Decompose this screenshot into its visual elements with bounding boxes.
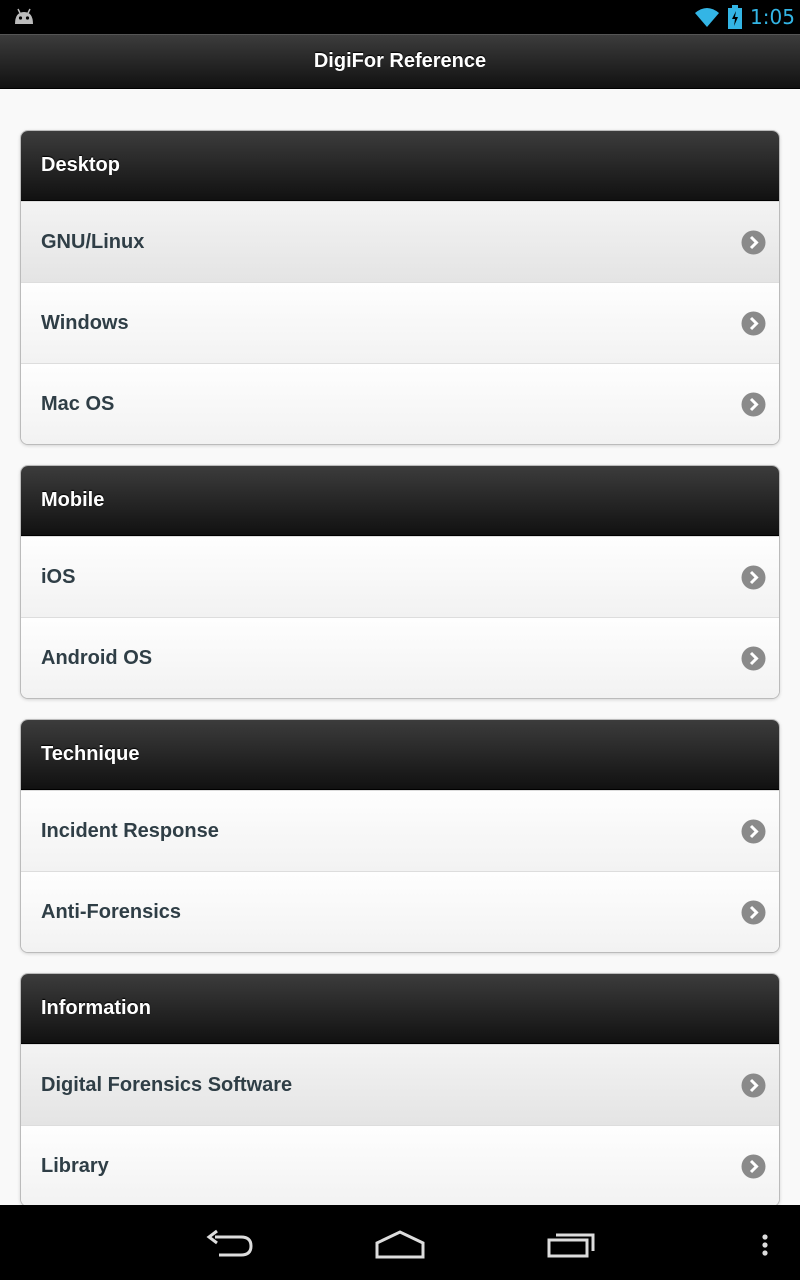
list-item-label: GNU/Linux bbox=[41, 231, 145, 253]
list-item-android-os[interactable]: Android OS bbox=[21, 617, 779, 698]
list-item-label: Incident Response bbox=[41, 820, 219, 842]
list-item-label: Anti-Forensics bbox=[41, 901, 182, 923]
page-title: DigiFor Reference bbox=[313, 50, 487, 72]
chevron-right-icon bbox=[741, 392, 766, 417]
list-item-label: Windows bbox=[41, 312, 129, 334]
list-item-label: Digital Forensics Software bbox=[41, 1074, 293, 1096]
group-header: Information bbox=[21, 974, 779, 1044]
list-item-library[interactable]: Library bbox=[21, 1125, 779, 1205]
clock: 1:05 bbox=[750, 5, 795, 29]
home-icon[interactable] bbox=[374, 1229, 426, 1259]
list-item-incident-response[interactable]: Incident Response bbox=[21, 790, 779, 871]
navigation-bar bbox=[0, 1205, 800, 1280]
chevron-right-icon bbox=[741, 900, 766, 925]
chevron-right-icon bbox=[741, 1073, 766, 1098]
list-item-digital-forensics-software[interactable]: Digital Forensics Software bbox=[21, 1044, 779, 1125]
wifi-icon bbox=[695, 8, 719, 27]
chevron-right-icon bbox=[741, 565, 766, 590]
battery-charging-icon bbox=[728, 5, 742, 29]
list-item-windows[interactable]: Windows bbox=[21, 282, 779, 363]
back-icon[interactable] bbox=[205, 1229, 255, 1259]
group-technique: Technique Incident Response Anti-Forensi… bbox=[20, 719, 780, 953]
list-item-mac-os[interactable]: Mac OS bbox=[21, 363, 779, 444]
group-desktop: Desktop GNU/Linux Windows Mac OS bbox=[20, 130, 780, 445]
app-header: DigiFor Reference bbox=[0, 34, 800, 89]
group-information: Information Digital Forensics Software L… bbox=[20, 973, 780, 1205]
list-item-gnu-linux[interactable]: GNU/Linux bbox=[21, 201, 779, 282]
menu-icon[interactable] bbox=[758, 1233, 772, 1263]
list-item-anti-forensics[interactable]: Anti-Forensics bbox=[21, 871, 779, 952]
chevron-right-icon bbox=[741, 819, 766, 844]
group-header: Technique bbox=[21, 720, 779, 790]
list-item-label: Library bbox=[41, 1155, 109, 1177]
android-icon bbox=[15, 8, 33, 24]
group-header: Mobile bbox=[21, 466, 779, 536]
chevron-right-icon bbox=[741, 1154, 766, 1179]
chevron-right-icon bbox=[741, 311, 766, 336]
list-item-label: iOS bbox=[41, 566, 76, 588]
status-bar: 1:05 bbox=[0, 0, 800, 34]
chevron-right-icon bbox=[741, 646, 766, 671]
group-mobile: Mobile iOS Android OS bbox=[20, 465, 780, 699]
chevron-right-icon bbox=[741, 230, 766, 255]
group-header: Desktop bbox=[21, 131, 779, 201]
recent-apps-icon[interactable] bbox=[546, 1229, 596, 1259]
list-item-label: Android OS bbox=[41, 647, 153, 669]
list-item-ios[interactable]: iOS bbox=[21, 536, 779, 617]
list-item-label: Mac OS bbox=[41, 393, 115, 415]
main-content[interactable]: Desktop GNU/Linux Windows Mac OS Mobile … bbox=[0, 89, 800, 1205]
